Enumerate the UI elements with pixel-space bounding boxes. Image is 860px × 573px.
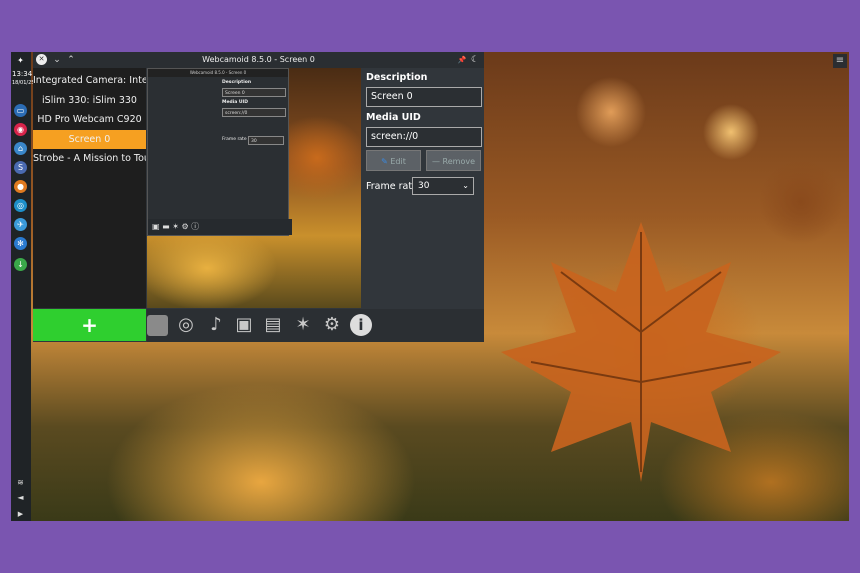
- window-title: Webcamoid 8.5.0 - Screen 0: [202, 55, 315, 64]
- files-icon[interactable]: ▭: [14, 104, 27, 117]
- volume-icon[interactable]: ◄: [14, 491, 27, 504]
- clock-date: 18/01/25: [12, 80, 35, 86]
- browser-icon[interactable]: S: [14, 161, 27, 174]
- edit-button[interactable]: ✎ Edit: [366, 150, 421, 171]
- nested-description-label: Description: [222, 80, 252, 85]
- video-preview: Webcamoid 8.5.0 - Screen 0 Description S…: [147, 68, 361, 308]
- device-item[interactable]: Integrated Camera: Integrated C: [33, 71, 146, 91]
- frame-rate-label: Frame rate: [366, 181, 418, 192]
- add-device-button[interactable]: +: [33, 309, 146, 341]
- device-list: Integrated Camera: Integrated C iSlim 33…: [33, 68, 146, 308]
- clock-time: 13:34: [12, 70, 33, 78]
- app-launcher-icon[interactable]: ✦: [14, 54, 27, 67]
- side-panel: ✦ 13:34 18/01/25 ▭ ◉ ⌂ S ● ◎ ✈ ✻ ↓ ≋ ◄ ▶: [11, 52, 35, 521]
- nested-frame-rate-value: 30: [248, 136, 284, 145]
- nested-preview-window: Webcamoid 8.5.0 - Screen 0 Description S…: [147, 68, 292, 236]
- nested-media-uid-label: Media UID: [222, 100, 248, 105]
- media-uid-label: Media UID: [366, 112, 421, 123]
- webcamoid-window: ✕ ⌄ ⌃ Webcamoid 8.5.0 - Screen 0 📌 ☾ Int…: [33, 52, 484, 342]
- remove-button[interactable]: — Remove: [426, 150, 481, 171]
- edit-icon: ✎: [381, 157, 391, 166]
- nested-media-uid-value: screen://0: [222, 108, 286, 117]
- device-item[interactable]: iSlim 330: iSlim 330: [33, 91, 146, 111]
- wifi-icon[interactable]: ≋: [14, 476, 27, 489]
- info-icon[interactable]: i: [350, 314, 372, 336]
- nested-frame-rate-label: Frame rate: [222, 137, 247, 142]
- settings-gear-icon[interactable]: ⚙: [321, 314, 343, 336]
- description-field[interactable]: Screen 0: [366, 87, 482, 107]
- pin-icon[interactable]: 📌: [456, 54, 468, 66]
- wallpaper-leaf: [501, 222, 781, 482]
- chevron-down-icon: ⌄: [462, 181, 469, 190]
- desktop-screen: ✦ 13:34 18/01/25 ▭ ◉ ⌂ S ● ◎ ✈ ✻ ↓ ≋ ◄ ▶ …: [11, 52, 849, 521]
- expand-icon[interactable]: ▶: [14, 507, 27, 520]
- firefox-icon[interactable]: ●: [14, 180, 27, 193]
- clock[interactable]: 13:34 18/01/25: [12, 70, 35, 87]
- media-icon[interactable]: ◉: [14, 123, 27, 136]
- nested-description-value: Screen 0: [222, 88, 286, 97]
- properties-panel: Description Screen 0 Media UID screen://…: [362, 68, 484, 308]
- description-label: Description: [366, 72, 428, 83]
- webcam-icon[interactable]: ◎: [175, 314, 197, 336]
- download-icon[interactable]: ↓: [14, 258, 27, 271]
- remove-icon: —: [431, 157, 443, 166]
- music-icon[interactable]: ♪: [205, 314, 227, 336]
- nested-toolbar: ▣ ▬ ✶ ⚙ ⓘ: [148, 219, 292, 235]
- desktop-menu-button[interactable]: ≡: [833, 54, 847, 68]
- night-mode-icon[interactable]: ☾: [469, 54, 481, 66]
- title-bar[interactable]: ✕ ⌄ ⌃ Webcamoid 8.5.0 - Screen 0 📌 ☾: [33, 52, 484, 68]
- camera-icon[interactable]: ▣: [233, 314, 255, 336]
- stop-icon[interactable]: [147, 315, 168, 336]
- frame-rate-select[interactable]: 30 ⌄: [412, 177, 474, 195]
- bottom-toolbar: ◎ ♪ ▣ ▤ ✶ ⚙ i: [147, 309, 484, 342]
- settings-icon[interactable]: ✻: [14, 237, 27, 250]
- telegram-icon[interactable]: ✈: [14, 218, 27, 231]
- nested-title: Webcamoid 8.5.0 - Screen 0: [148, 69, 288, 77]
- edit-label: Edit: [390, 157, 406, 166]
- effects-wand-icon[interactable]: ✶: [292, 314, 314, 336]
- film-icon[interactable]: ▤: [262, 314, 284, 336]
- device-item[interactable]: HD Pro Webcam C920: [33, 110, 146, 130]
- media-uid-field[interactable]: screen://0: [366, 127, 482, 147]
- device-item[interactable]: Strobe - A Mission to Touch the: [33, 149, 146, 169]
- home-icon[interactable]: ⌂: [14, 142, 27, 155]
- device-item-selected[interactable]: Screen 0: [33, 129, 146, 149]
- chromium-icon[interactable]: ◎: [14, 199, 27, 212]
- frame-rate-value: 30: [418, 181, 430, 191]
- remove-label: Remove: [442, 157, 475, 166]
